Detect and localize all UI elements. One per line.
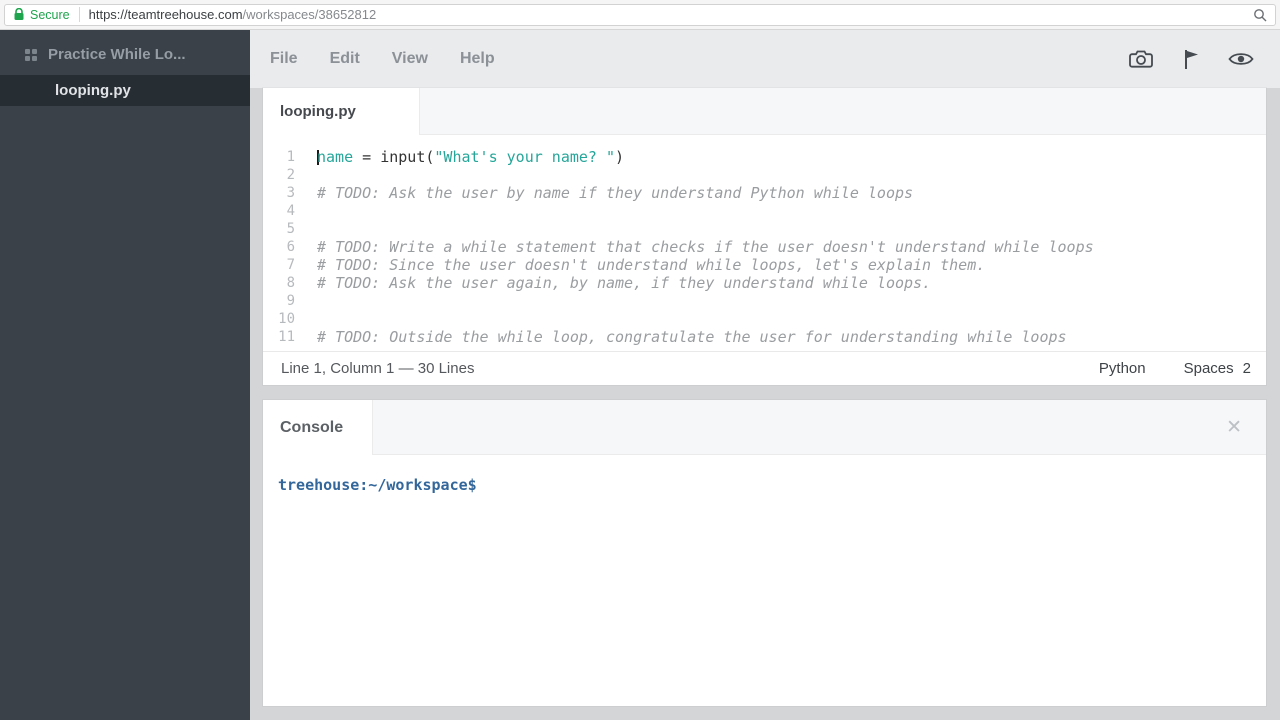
line-number: 2 — [286, 167, 295, 183]
editor-tab-label: looping.py — [280, 103, 356, 120]
code-line-content[interactable] — [295, 220, 317, 238]
project-row[interactable]: Practice While Lo... — [0, 30, 250, 75]
file-name: looping.py — [55, 82, 131, 99]
url-domain: https://teamtreehouse.com — [88, 7, 243, 22]
file-sidebar: Practice While Lo... looping.py — [0, 30, 250, 720]
lock-icon — [13, 8, 25, 21]
code-segment-comment: # TODO: Ask the user by name if they und… — [317, 184, 914, 202]
code-line-content[interactable] — [295, 202, 317, 220]
line-number: 4 — [286, 203, 295, 219]
browser-address-bar: Secure https://teamtreehouse.com /worksp… — [0, 0, 1280, 30]
code-segment-plain: = input( — [353, 148, 435, 166]
code-line: 9 — [263, 292, 1266, 310]
menu-edit[interactable]: Edit — [330, 50, 360, 68]
line-number: 9 — [286, 293, 295, 309]
code-line-content[interactable]: # TODO: Ask the user again, by name, if … — [295, 274, 931, 292]
code-line-content[interactable]: # TODO: Write a while statement that che… — [295, 238, 1094, 256]
tab-console[interactable]: Console — [263, 400, 373, 455]
tab-looping-py[interactable]: looping.py — [263, 88, 420, 135]
cursor-position-label: Line 1, Column 1 — 30 Lines — [281, 360, 475, 377]
code-line: 11 # TODO: Outside the while loop, congra… — [263, 328, 1266, 346]
line-number: 5 — [286, 221, 295, 237]
project-icon — [25, 48, 37, 61]
menu-file[interactable]: File — [270, 50, 298, 68]
secure-label: Secure — [30, 7, 70, 22]
code-line: 2 — [263, 166, 1266, 184]
code-line-content[interactable]: name = input("What's your name? ") — [295, 148, 624, 166]
line-number: 10 — [278, 311, 295, 327]
code-line-content[interactable] — [295, 310, 317, 328]
workspace-window: Secure https://teamtreehouse.com /worksp… — [0, 0, 1280, 720]
secure-badge[interactable]: Secure — [13, 8, 70, 22]
code-line: 4 — [263, 202, 1266, 220]
code-segment-comment: # TODO: Ask the user again, by name, if … — [317, 274, 932, 292]
terminal[interactable]: treehouse:~/workspace$ — [263, 455, 1266, 494]
code-line: 3 # TODO: Ask the user by name if they un… — [263, 184, 1266, 202]
toolbar-icons — [1129, 48, 1254, 70]
code-line: 6 # TODO: Write a while statement that ch… — [263, 238, 1266, 256]
code-lines: 1 name = input("What's your name? ") 2 3 # T… — [263, 148, 1266, 346]
code-line-content[interactable]: # TODO: Since the user doesn't understan… — [295, 256, 985, 274]
code-segment-comment: # TODO: Write a while statement that che… — [317, 238, 1094, 256]
indent-label: Spaces — [1183, 360, 1234, 377]
code-line-content[interactable] — [295, 292, 317, 310]
code-segment-plain: ) — [615, 148, 625, 166]
line-number: 7 — [286, 257, 295, 273]
url-field[interactable]: Secure https://teamtreehouse.com /worksp… — [4, 3, 1276, 26]
code-editor[interactable]: 1 name = input("What's your name? ") 2 3 # T… — [263, 135, 1266, 351]
console-tabbar: Console ✕ — [263, 400, 1266, 455]
close-icon[interactable]: ✕ — [1226, 418, 1242, 437]
project-name: Practice While Lo... — [48, 46, 186, 63]
code-segment-comment: # TODO: Outside the while loop, congratu… — [317, 328, 1067, 346]
code-segment-var: name — [317, 148, 354, 166]
line-number: 11 — [278, 329, 295, 345]
indent-selector[interactable]: Spaces 2 — [1184, 360, 1251, 377]
flag-icon[interactable] — [1182, 48, 1199, 70]
editor-statusbar: Line 1, Column 1 — 30 Lines Python Space… — [263, 351, 1266, 385]
eye-icon[interactable] — [1228, 50, 1254, 68]
main-area: File Edit View Help looping.py 1 name = … — [250, 30, 1280, 720]
code-line-content[interactable]: # TODO: Outside the while loop, congratu… — [295, 328, 1067, 346]
line-number: 8 — [286, 275, 295, 291]
terminal-prompt: treehouse:~/workspace$ — [278, 476, 477, 494]
line-number: 3 — [286, 185, 295, 201]
zoom-icon[interactable] — [1253, 8, 1267, 22]
camera-icon[interactable] — [1129, 49, 1153, 69]
url-path: /workspaces/38652812 — [242, 7, 377, 22]
code-line-content[interactable]: # TODO: Ask the user by name if they und… — [295, 184, 913, 202]
menu-bar: File Edit View Help — [250, 30, 1280, 88]
code-line: 8 # TODO: Ask the user again, by name, if… — [263, 274, 1266, 292]
console-panel: Console ✕ treehouse:~/workspace$ — [263, 400, 1266, 706]
sidebar-item-looping-py[interactable]: looping.py — [0, 75, 250, 106]
code-line: 5 — [263, 220, 1266, 238]
indent-value: 2 — [1242, 360, 1251, 377]
line-number: 1 — [286, 149, 295, 165]
code-line: 10 — [263, 310, 1266, 328]
console-tab-label: Console — [280, 418, 344, 436]
menu-help[interactable]: Help — [460, 50, 495, 68]
code-segment-str: "What's your name? " — [434, 148, 616, 166]
code-line: 7 # TODO: Since the user doesn't understa… — [263, 256, 1266, 274]
code-line-content[interactable] — [295, 166, 317, 184]
code-segment-comment: # TODO: Since the user doesn't understan… — [317, 256, 986, 274]
language-selector[interactable]: Python — [1099, 360, 1146, 377]
code-line: 1 name = input("What's your name? ") — [263, 148, 1266, 166]
line-number: 6 — [286, 239, 295, 255]
editor-panel: looping.py 1 name = input("What's your na… — [263, 88, 1266, 385]
url-separator — [78, 7, 80, 22]
menu-view[interactable]: View — [392, 50, 428, 68]
editor-tabbar: looping.py — [263, 88, 1266, 135]
